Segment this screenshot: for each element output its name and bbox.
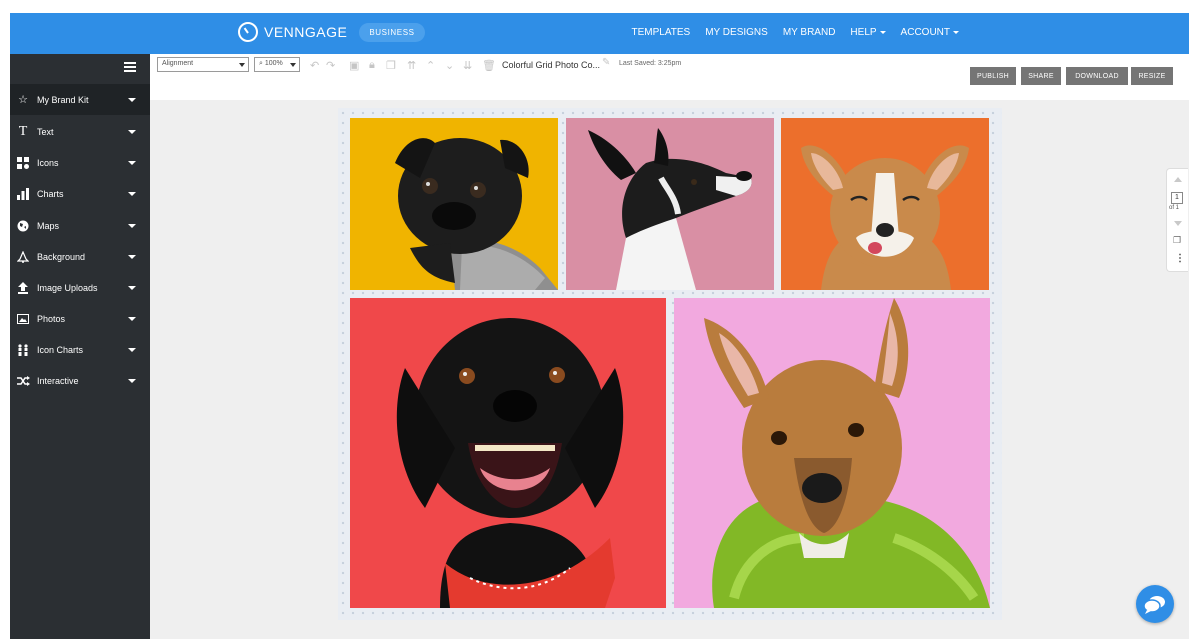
people-icon <box>16 343 30 356</box>
share-button[interactable]: SHARE <box>1021 67 1061 85</box>
hamburger-menu-icon[interactable] <box>124 62 136 74</box>
copy-page-icon[interactable]: ❐ <box>1173 235 1181 246</box>
globe-icon <box>16 220 30 232</box>
resize-button[interactable]: RESIZE <box>1131 67 1173 85</box>
chat-support-button[interactable] <box>1136 585 1174 623</box>
alignment-select-value: Alignment <box>162 60 194 67</box>
last-saved-text: Last Saved: 3:25pm <box>619 60 682 67</box>
chat-bubble-icon <box>1143 596 1165 614</box>
chevron-down-icon <box>953 30 959 34</box>
nav-my-brand[interactable]: MY BRAND <box>783 27 836 38</box>
send-to-back-icon[interactable]: ⇊ <box>463 59 472 72</box>
nav-account[interactable]: ACCOUNT <box>901 27 959 38</box>
app-window: VENNGAGE BUSINESS TEMPLATES MY DESIGNS M… <box>0 0 1202 639</box>
sidebar-item-label: Text <box>37 126 54 137</box>
sidebar-item-label: Icon Charts <box>37 344 84 355</box>
bring-forward-icon[interactable]: ⌃ <box>426 59 435 72</box>
shuffle-icon <box>16 375 30 387</box>
chevron-down-icon <box>128 130 136 134</box>
sidebar-item-icon-charts[interactable]: Icon Charts <box>10 334 150 365</box>
nav-help-label: HELP <box>850 27 877 38</box>
chevron-down-icon <box>128 224 136 228</box>
nav-account-label: ACCOUNT <box>900 27 950 38</box>
edit-title-icon[interactable]: ✎ <box>602 57 610 68</box>
document-title[interactable]: Colorful Grid Photo Co... <box>502 60 600 70</box>
sidebar-item-my-brand-kit[interactable]: ☆ My Brand Kit <box>10 84 150 115</box>
more-options-icon[interactable]: ⋮ <box>1175 253 1185 264</box>
chevron-down-icon <box>128 317 136 321</box>
sidebar-item-maps[interactable]: Maps <box>10 210 150 241</box>
pug-photo[interactable] <box>350 118 558 290</box>
sidebar-item-label: Interactive <box>37 375 79 386</box>
chevron-down-icon <box>128 379 136 383</box>
chevron-down-icon <box>128 286 136 290</box>
duplicate-icon[interactable]: ❐ <box>386 59 396 72</box>
sidebar-item-label: My Brand Kit <box>37 94 89 105</box>
nav-my-designs[interactable]: MY DESIGNS <box>705 27 768 38</box>
bring-to-front-icon[interactable]: ⇈ <box>407 59 416 72</box>
sidebar-item-label: Background <box>37 251 86 262</box>
zoom-magnifier-icon: ⌕ <box>259 60 263 67</box>
text-icon: T <box>18 123 28 139</box>
page-down-icon[interactable] <box>1174 221 1182 226</box>
chevron-down-icon <box>128 192 136 196</box>
sidebar-item-label: Photos <box>37 313 66 324</box>
group-icon[interactable]: ▣ <box>349 59 359 72</box>
zoom-select[interactable]: ⌕ 100% <box>254 57 300 72</box>
trash-icon[interactable]: 🗑︎ <box>482 59 496 72</box>
publish-button[interactable]: PUBLISH <box>970 67 1016 85</box>
venngage-logo[interactable]: VENNGAGE BUSINESS <box>238 22 425 42</box>
bell-icon <box>16 250 30 263</box>
nav-help[interactable]: HELP <box>850 27 886 38</box>
chevron-down-icon <box>128 98 136 102</box>
sidebar-item-charts[interactable]: Charts <box>10 178 150 209</box>
page-number-input[interactable]: 1 <box>1171 192 1183 204</box>
photo-icon <box>16 313 30 325</box>
nav-templates[interactable]: TEMPLATES <box>631 27 690 38</box>
chevron-down-icon <box>290 63 296 67</box>
chevron-down-icon <box>128 161 136 165</box>
design-canvas[interactable] <box>338 108 1002 620</box>
sidebar-item-label: Image Uploads <box>37 282 98 293</box>
sidebar-item-text[interactable]: T Text <box>10 116 150 147</box>
editor-toolbar: Alignment ⌕ 100% ↶ ↷ ▣ 🔒︎ ❐ ⇈ ⌃ ⌄ ⇊ 🗑︎ C… <box>150 54 1189 100</box>
left-sidebar: ☆ My Brand Kit T Text Icons Charts Maps … <box>10 54 150 639</box>
upload-icon <box>16 281 30 294</box>
sidebar-item-background[interactable]: Background <box>10 241 150 272</box>
bar-chart-icon <box>16 187 30 200</box>
undo-icon[interactable]: ↶ <box>310 59 319 72</box>
clock-logo-icon <box>238 22 258 42</box>
sidebar-item-label: Icons <box>37 157 59 168</box>
page-up-icon[interactable] <box>1174 177 1182 182</box>
page-count: of 1 <box>1169 205 1180 211</box>
chevron-down-icon <box>128 255 136 259</box>
black-dog-photo[interactable] <box>350 298 666 608</box>
download-button[interactable]: DOWNLOAD <box>1066 67 1128 85</box>
plan-badge: BUSINESS <box>359 22 425 42</box>
sidebar-item-interactive[interactable]: Interactive <box>10 365 150 396</box>
page-navigator: 1 of 1 ❐ ⋮ <box>1166 168 1188 272</box>
logo-text: VENNGAGE <box>264 24 348 40</box>
top-navbar: VENNGAGE BUSINESS TEMPLATES MY DESIGNS M… <box>10 13 1189 54</box>
sidebar-item-icons[interactable]: Icons <box>10 147 150 178</box>
sidebar-item-label: Maps <box>37 220 60 231</box>
sidebar-item-photos[interactable]: Photos <box>10 303 150 334</box>
alignment-select[interactable]: Alignment <box>157 57 249 72</box>
corgi-photo[interactable] <box>781 118 989 290</box>
chevron-down-icon <box>879 30 886 34</box>
sidebar-item-image-uploads[interactable]: Image Uploads <box>10 272 150 303</box>
black-white-dog-photo[interactable] <box>566 118 774 290</box>
lock-icon[interactable]: 🔒︎ <box>369 59 375 72</box>
send-backward-icon[interactable]: ⌄ <box>445 59 454 72</box>
chevron-down-icon <box>128 348 136 352</box>
chevron-down-icon <box>239 63 245 67</box>
zoom-select-value: 100% <box>264 60 283 67</box>
sidebar-item-label: Charts <box>37 188 64 199</box>
star-icon: ☆ <box>18 94 28 106</box>
icons-grid-icon <box>16 156 30 169</box>
redo-icon[interactable]: ↷ <box>326 59 335 72</box>
top-menu: TEMPLATES MY DESIGNS MY BRAND HELP ACCOU… <box>631 27 959 38</box>
brown-dog-photo[interactable] <box>674 298 990 608</box>
